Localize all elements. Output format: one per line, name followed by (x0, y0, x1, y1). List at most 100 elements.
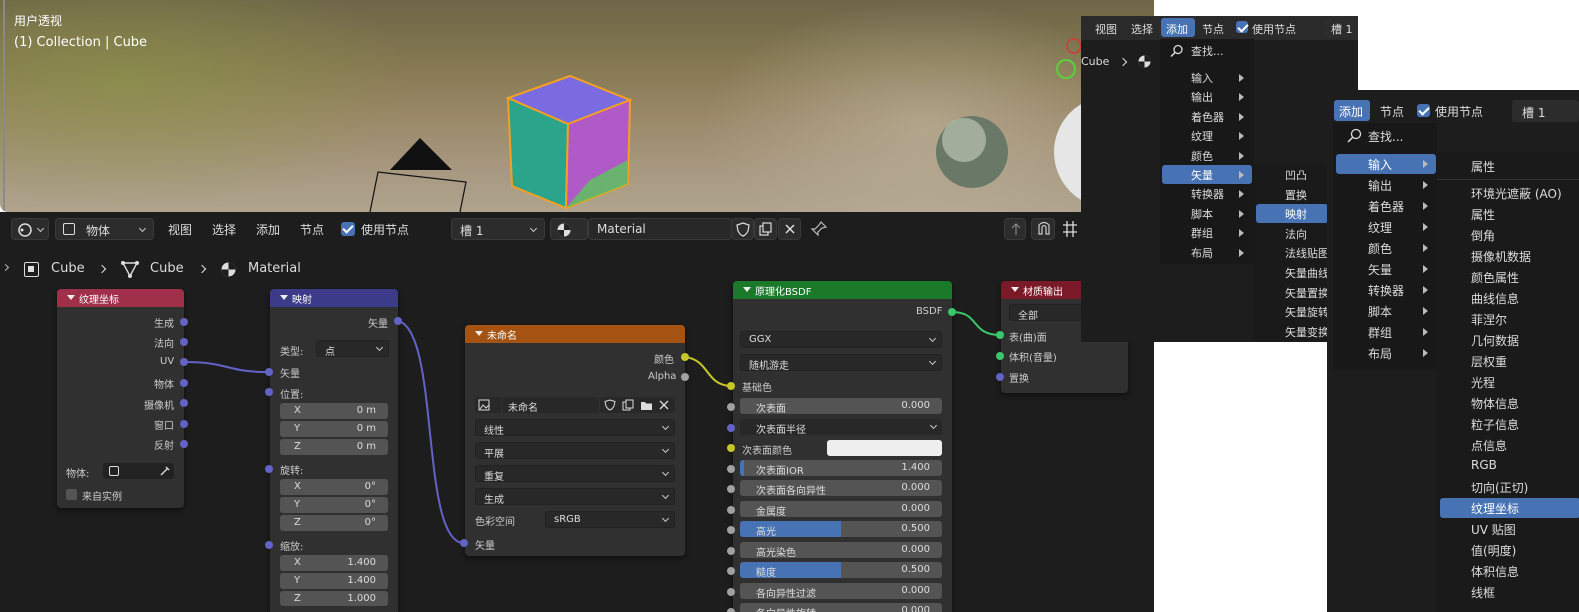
rotation-x[interactable]: X 0° (280, 479, 388, 495)
node-header[interactable]: 原理化BSDF (733, 281, 952, 299)
menu-item[interactable]: 脚本 (1336, 301, 1436, 321)
submenu-item[interactable]: 映射 (1256, 204, 1328, 224)
menu-select[interactable]: 选择 (1131, 21, 1153, 37)
socket[interactable] (996, 352, 1004, 360)
bsdf-input-field[interactable]: 高光 0.500 (740, 521, 942, 537)
submenu-item[interactable]: 点信息 (1440, 435, 1579, 455)
menu-item[interactable]: 转换器 (1336, 280, 1436, 300)
interpolation-dropdown[interactable]: 线性 (475, 419, 675, 437)
submenu-item[interactable]: 法线贴图 (1256, 243, 1329, 262)
use-nodes-checkbox[interactable] (1417, 104, 1430, 117)
scale-x[interactable]: X 1.400 (280, 555, 388, 571)
socket[interactable] (727, 382, 735, 390)
submenu-item[interactable]: 属性 (1440, 204, 1579, 224)
menu-item[interactable]: 输入 (1162, 68, 1252, 87)
image-actions[interactable] (600, 397, 675, 413)
colorspace-dropdown[interactable]: sRGB (545, 511, 675, 528)
projection-dropdown[interactable]: 平展 (475, 442, 675, 460)
menu-item[interactable]: 转换器 (1162, 184, 1252, 203)
use-nodes-checkbox[interactable] (1236, 21, 1248, 33)
socket[interactable] (727, 505, 735, 514)
menu-item[interactable]: 输入 (1336, 154, 1436, 174)
submenu-item[interactable]: 切向(正切) (1440, 477, 1579, 497)
socket[interactable] (727, 464, 735, 473)
menu-item[interactable]: 群组 (1336, 322, 1436, 342)
bsdf-input-field[interactable]: 各向异性过滤 0.000 (740, 582, 942, 599)
submenu-item[interactable]: 属性 (1440, 156, 1579, 176)
submenu-item[interactable]: 凹凸 (1256, 165, 1328, 184)
socket[interactable] (727, 423, 735, 432)
subsurface-color-swatch[interactable] (827, 440, 942, 456)
from-instancer-checkbox[interactable] (66, 489, 77, 500)
socket[interactable] (180, 338, 188, 346)
menu-add[interactable]: 添加 (1161, 18, 1195, 37)
socket[interactable] (727, 526, 735, 534)
socket[interactable] (681, 353, 689, 361)
submenu-item[interactable]: 颜色属性 (1440, 267, 1579, 287)
socket[interactable] (727, 567, 735, 575)
menu-item[interactable]: 纹理 (1162, 126, 1252, 145)
submenu-item[interactable]: 法向 (1256, 224, 1328, 243)
socket[interactable] (727, 608, 735, 612)
socket[interactable] (180, 358, 188, 366)
socket[interactable] (265, 368, 273, 376)
menu-item[interactable]: 布局 (1336, 343, 1436, 363)
menu-item[interactable]: 矢量 (1336, 259, 1436, 279)
socket[interactable] (394, 317, 402, 325)
submenu-item[interactable]: RGB (1440, 456, 1579, 476)
submenu-item[interactable]: 矢量置换 (1256, 283, 1329, 302)
distribution-dropdown[interactable]: GGX (740, 331, 942, 348)
submenu-item[interactable]: 层权重 (1440, 351, 1579, 371)
location-x[interactable]: X0 m (280, 403, 388, 419)
socket[interactable] (265, 388, 273, 396)
menu-item[interactable]: 颜色 (1336, 238, 1436, 258)
menu-item[interactable]: 群组 (1162, 223, 1252, 242)
submenu-item[interactable]: 物体信息 (1440, 393, 1579, 413)
socket[interactable] (180, 399, 188, 407)
source-dropdown[interactable]: 生成 (475, 488, 675, 506)
socket[interactable] (996, 331, 1004, 339)
menu-item[interactable]: 着色器 (1336, 196, 1436, 216)
socket[interactable] (681, 373, 689, 381)
bsdf-input-field[interactable]: 次表面 0.000 (740, 398, 942, 414)
bsdf-input-field[interactable]: 高光染色 0.000 (740, 541, 942, 558)
socket[interactable] (727, 485, 735, 493)
submenu-item[interactable]: 倒角 (1440, 225, 1579, 245)
submenu-item[interactable]: 菲涅尔 (1440, 309, 1579, 329)
submenu-item[interactable]: 体积信息 (1440, 561, 1579, 581)
submenu-item[interactable]: UV 贴图 (1440, 519, 1579, 539)
image-browse-button[interactable] (475, 397, 501, 413)
submenu-item[interactable]: 几何数据 (1440, 330, 1579, 350)
node-header[interactable]: 映射 (270, 289, 398, 307)
scale-y[interactable]: Y 1.400 (280, 573, 388, 589)
menu-item[interactable]: 着色器 (1162, 107, 1252, 126)
menu-item[interactable]: 输出 (1336, 175, 1436, 195)
image-name-field[interactable]: 未命名 (502, 397, 599, 414)
bsdf-input-field[interactable]: 各向异性旋转 0.000 (740, 603, 942, 612)
bsdf-input-field[interactable]: 次表面各向异性 0.000 (740, 480, 942, 496)
slot-dropdown[interactable]: 槽 1 (1512, 100, 1579, 122)
location-z[interactable]: Z0 m (280, 439, 388, 455)
menu-item[interactable]: 脚本 (1162, 204, 1252, 223)
submenu-item[interactable]: 粒子信息 (1440, 414, 1579, 434)
rotation-z[interactable]: Z 0° (280, 515, 388, 531)
menu-item[interactable]: 颜色 (1162, 146, 1252, 165)
bsdf-input-field[interactable]: 糙度 0.500 (740, 562, 942, 578)
socket[interactable] (727, 403, 735, 411)
menu-node[interactable]: 节点 (1202, 21, 1224, 37)
socket[interactable] (727, 546, 735, 555)
socket[interactable] (265, 465, 273, 473)
socket[interactable] (948, 308, 956, 316)
submenu-item[interactable]: 矢量旋转 (1256, 302, 1329, 321)
socket[interactable] (180, 420, 188, 428)
submenu-item[interactable]: 值(明度) (1440, 540, 1579, 560)
socket[interactable] (727, 444, 735, 452)
node-header[interactable]: 纹理坐标 (57, 289, 184, 307)
menu-item[interactable]: 矢量 (1162, 165, 1252, 184)
bsdf-input-field[interactable]: 金属度 0.000 (740, 500, 942, 517)
search-label[interactable]: 查找... (1191, 43, 1224, 59)
socket[interactable] (180, 318, 188, 326)
extension-dropdown[interactable]: 重复 (475, 465, 675, 483)
submenu-item[interactable]: 矢量曲线 (1256, 263, 1329, 282)
bsdf-input-field[interactable]: 次表面半径 (740, 418, 942, 435)
